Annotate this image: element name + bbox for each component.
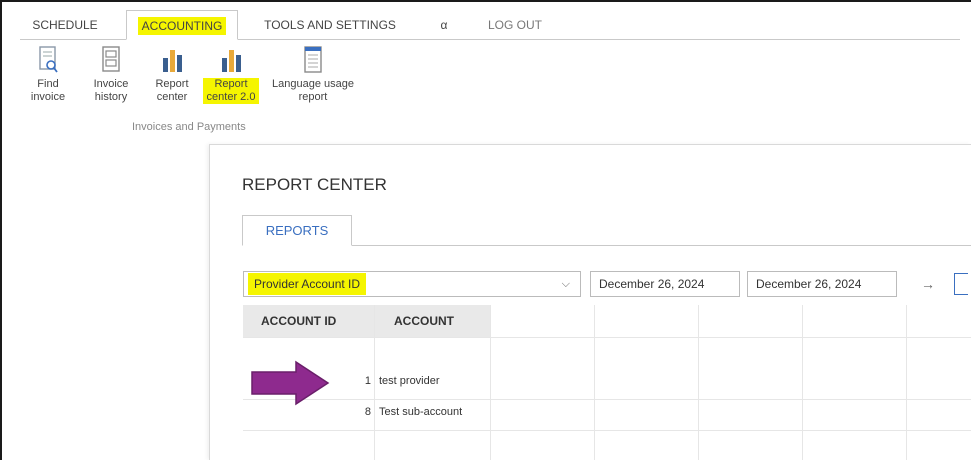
grid-line: [374, 305, 375, 460]
cell-account: test provider: [379, 375, 440, 387]
menu-tab-tools-and-settings[interactable]: TOOLS AND SETTINGS: [260, 10, 400, 40]
bar-chart-icon: [222, 50, 241, 72]
ribbon-report-center-2-label: Report center 2.0: [203, 78, 259, 104]
menu-tab-schedule[interactable]: SCHEDULE: [20, 10, 110, 40]
ribbon-find-invoice-label: Find invoice: [30, 78, 66, 103]
bar-chart-icon: [163, 50, 182, 72]
column-header-account-id[interactable]: ACCOUNT ID: [243, 305, 374, 337]
ribbon-invoice-history[interactable]: Invoice history: [88, 46, 134, 104]
grid-line: [490, 305, 491, 460]
top-menu: SCHEDULE ACCOUNTING TOOLS AND SETTINGS α…: [20, 10, 960, 40]
column-header-account[interactable]: ACCOUNT: [374, 305, 490, 337]
annotation-arrow-icon: [251, 360, 330, 406]
cell-account: Test sub-account: [379, 406, 463, 418]
grid-line: [243, 430, 971, 431]
grid-line: [594, 305, 595, 460]
grid-line: [906, 305, 907, 460]
find-invoice-icon: [39, 46, 58, 73]
cell-account-id: 8: [364, 406, 371, 418]
grid-line: [698, 305, 699, 460]
ribbon-group-label: Invoices and Payments: [132, 121, 246, 133]
end-date-input[interactable]: December 26, 2024: [747, 271, 897, 297]
grid-line: [802, 305, 803, 460]
ribbon-language-usage-report[interactable]: Language usage report: [268, 46, 358, 104]
ribbon-report-center-label: Report center: [155, 78, 189, 103]
menu-tab-log-out[interactable]: LOG OUT: [480, 10, 550, 40]
export-icon[interactable]: [954, 273, 968, 295]
ribbon-find-invoice[interactable]: Find invoice: [30, 46, 66, 104]
menu-tab-accounting[interactable]: ACCOUNTING: [126, 10, 238, 40]
ribbon-language-usage-report-label: Language usage report: [272, 78, 354, 103]
chevron-down-icon: ⌵: [561, 278, 570, 290]
report-center-panel: REPORT CENTER REPORTS Provider Account I…: [209, 144, 971, 460]
run-report-arrow-icon[interactable]: →: [916, 271, 940, 297]
grid-line: [243, 399, 971, 400]
ribbon-invoice-history-label: Invoice history: [93, 78, 129, 103]
report-type-selected-value: Provider Account ID: [248, 273, 367, 295]
report-document-icon: [304, 46, 322, 73]
report-type-select[interactable]: Provider Account ID ⌵: [243, 271, 581, 297]
results-table: ACCOUNT ID ACCOUNT 1 test provider 8 Tes…: [243, 305, 971, 460]
ribbon-report-center[interactable]: Report center: [150, 46, 194, 104]
tab-reports[interactable]: REPORTS: [242, 215, 352, 246]
invoice-history-icon: [102, 46, 120, 72]
page-title: REPORT CENTER: [242, 175, 387, 194]
menu-tab-alpha[interactable]: α: [434, 10, 454, 40]
menu-tab-accounting-label: ACCOUNTING: [137, 17, 227, 35]
start-date-input[interactable]: December 26, 2024: [590, 271, 740, 297]
ribbon-report-center-2[interactable]: Report center 2.0: [203, 46, 259, 104]
grid-line: [243, 337, 971, 338]
